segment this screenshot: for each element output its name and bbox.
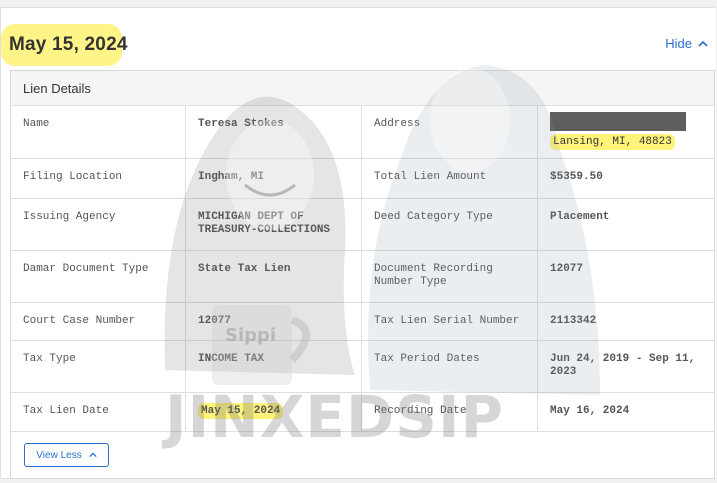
name-label: Name bbox=[11, 106, 186, 159]
lien-card: May 15, 2024 Hide Lien Details Name Tere… bbox=[0, 7, 716, 479]
tax-period-dates-label: Tax Period Dates bbox=[361, 340, 538, 393]
lien-details-header: Lien Details bbox=[11, 71, 714, 106]
table-row: Issuing Agency MICHIGAN DEPT OF TREASURY… bbox=[11, 198, 714, 251]
tax-lien-serial-number-label: Tax Lien Serial Number bbox=[361, 302, 538, 341]
table-row: Filing Location Ingham, MI Total Lien Am… bbox=[11, 158, 714, 199]
address-label: Address bbox=[361, 106, 538, 159]
record-date-title: May 15, 2024 bbox=[9, 34, 128, 55]
deed-category-type-label: Deed Category Type bbox=[361, 198, 538, 251]
view-less-button[interactable]: View Less bbox=[24, 443, 109, 467]
tax-period-dates-value: Jun 24, 2019 - Sep 11, 2023 bbox=[537, 340, 714, 393]
deed-category-type-value: Placement bbox=[537, 198, 714, 251]
tax-lien-date-cell: May 15, 2024 bbox=[185, 392, 362, 432]
tax-lien-date-label: Tax Lien Date bbox=[11, 392, 186, 432]
table-row: Tax Type INCOME TAX Tax Period Dates Jun… bbox=[11, 340, 714, 393]
filing-location-label: Filing Location bbox=[11, 158, 186, 199]
court-case-number-value: 12077 bbox=[185, 302, 362, 341]
address-value-cell: Lansing, MI, 48823 bbox=[537, 106, 714, 159]
table-row: Tax Lien Date May 15, 2024 Recording Dat… bbox=[11, 392, 714, 432]
table-row: Name Teresa Stokes Address Lansing, MI, … bbox=[11, 106, 714, 159]
damar-document-type-value: State Tax Lien bbox=[185, 250, 362, 303]
filing-location-value: Ingham, MI bbox=[185, 158, 362, 199]
recording-date-label: Recording Date bbox=[361, 392, 538, 432]
damar-document-type-label: Damar Document Type bbox=[11, 250, 186, 303]
court-case-number-label: Court Case Number bbox=[11, 302, 186, 341]
hide-button[interactable]: Hide bbox=[665, 36, 708, 51]
table-row: Court Case Number 12077 Tax Lien Serial … bbox=[11, 302, 714, 341]
document-recording-number-type-value: 12077 bbox=[537, 250, 714, 303]
chevron-up-icon bbox=[89, 452, 97, 458]
issuing-agency-label: Issuing Agency bbox=[11, 198, 186, 251]
address-city-value: Lansing, MI, 48823 bbox=[550, 134, 675, 150]
redacted-street bbox=[550, 112, 686, 131]
name-value: Teresa Stokes bbox=[185, 106, 362, 159]
recording-date-value: May 16, 2024 bbox=[537, 392, 714, 432]
total-lien-amount-value: $5359.50 bbox=[537, 158, 714, 199]
tax-lien-serial-number-value: 2113342 bbox=[537, 302, 714, 341]
table-row: Damar Document Type State Tax Lien Docum… bbox=[11, 250, 714, 303]
hide-label: Hide bbox=[665, 36, 692, 51]
total-lien-amount-label: Total Lien Amount bbox=[361, 158, 538, 199]
tax-type-value: INCOME TAX bbox=[185, 340, 362, 393]
lien-details-table: Name Teresa Stokes Address Lansing, MI, … bbox=[11, 106, 714, 432]
document-recording-number-type-label: Document Recording Number Type bbox=[361, 250, 538, 303]
view-less-label: View Less bbox=[36, 449, 82, 461]
tax-type-label: Tax Type bbox=[11, 340, 186, 393]
lien-details-panel: Lien Details Name Teresa Stokes Address … bbox=[10, 70, 715, 479]
issuing-agency-value: MICHIGAN DEPT OF TREASURY-COLLECTIONS bbox=[185, 198, 362, 251]
chevron-up-icon bbox=[698, 40, 708, 47]
tax-lien-date-value: May 15, 2024 bbox=[198, 402, 284, 419]
